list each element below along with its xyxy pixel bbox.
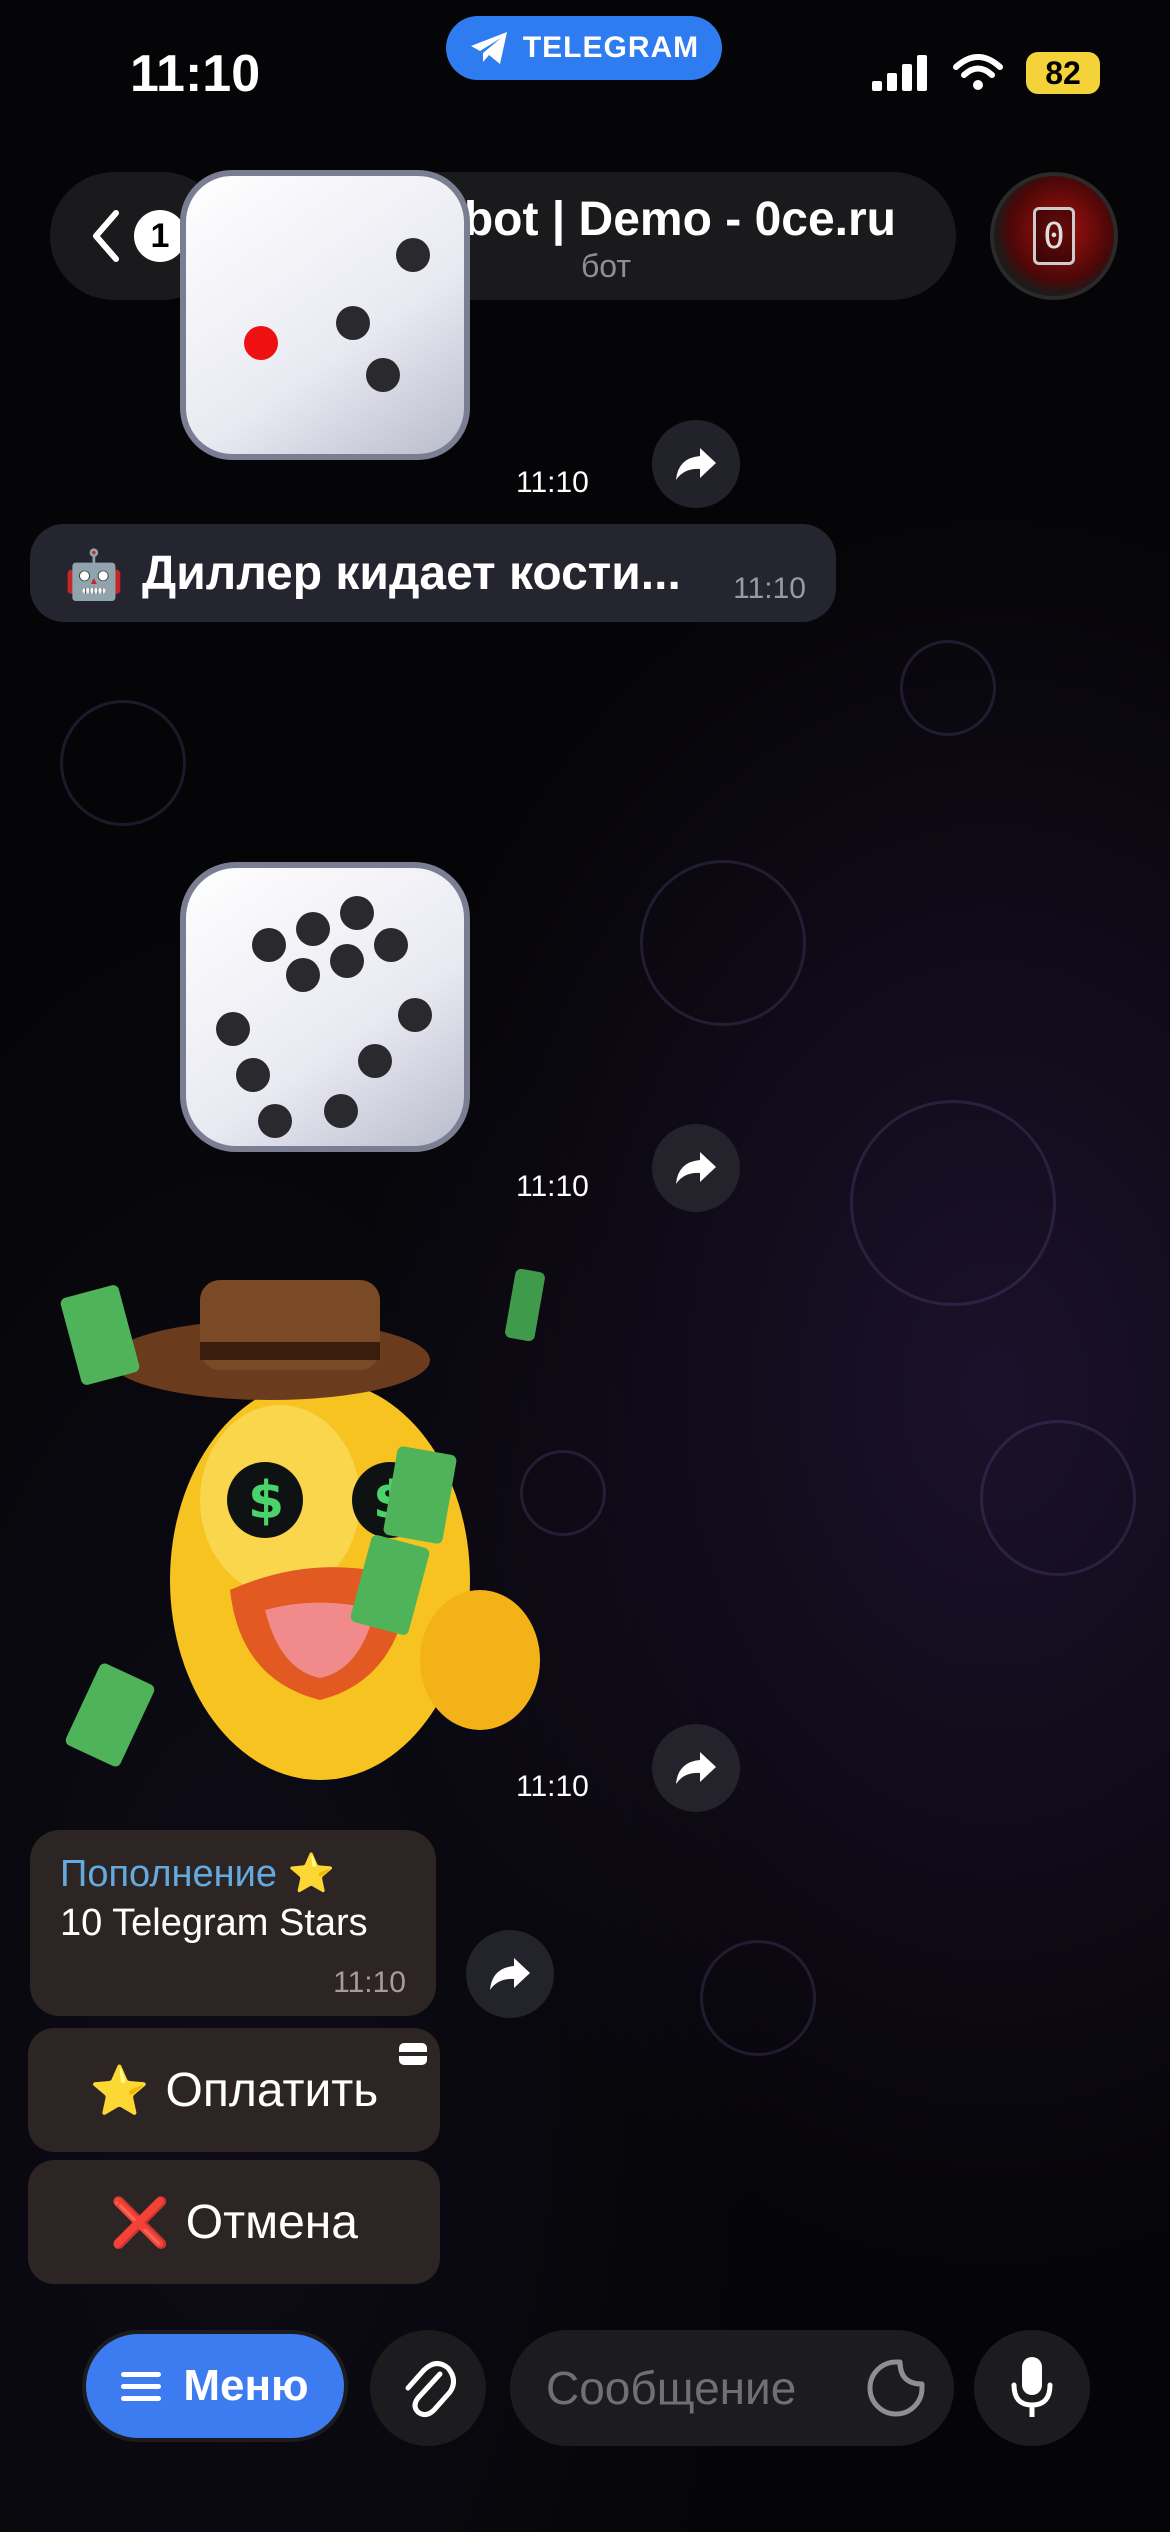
- rich-duck-sticker[interactable]: $ $: [60, 1260, 600, 1800]
- dice-pip: [366, 358, 400, 392]
- paperclip-icon: [405, 2361, 456, 2418]
- dice-pip: [296, 912, 330, 946]
- dice-sticker[interactable]: [180, 862, 470, 1152]
- status-time: 11:10: [130, 45, 261, 103]
- cellular-signal-icon: [872, 55, 927, 91]
- menu-button-label: Меню: [183, 2361, 309, 2410]
- forward-arrow-icon: [490, 1958, 530, 1990]
- dice-pip: [258, 1104, 292, 1138]
- microphone-icon: [1011, 2357, 1053, 2417]
- message-time: 11:10: [733, 572, 806, 605]
- robot-icon: 🤖: [64, 549, 124, 602]
- battery-indicator: 82: [1026, 52, 1100, 94]
- microphone-button[interactable]: [974, 2330, 1090, 2446]
- forward-arrow-icon: [676, 1752, 716, 1784]
- dice-pip: [374, 928, 408, 962]
- telegram-return-pill[interactable]: TELEGRAM: [446, 16, 722, 80]
- cancel-button-label: Отмена: [185, 2195, 358, 2249]
- wallpaper-doodle: [980, 1420, 1136, 1576]
- forward-arrow-icon: [676, 448, 716, 480]
- dealer-message-bubble[interactable]: 🤖 Диллер кидает кости... 11:10: [30, 524, 836, 622]
- wallpaper-doodle: [60, 700, 186, 826]
- dice-sticker[interactable]: [180, 170, 470, 460]
- bot-menu-button[interactable]: Меню: [86, 2334, 344, 2438]
- message-time: 11:10: [516, 1770, 589, 1803]
- forward-button[interactable]: [466, 1930, 554, 2018]
- wallpaper-doodle: [900, 640, 996, 736]
- invoice-title: Пополнение ⭐️: [60, 1853, 335, 1895]
- wifi-icon: [953, 54, 1003, 90]
- cancel-button[interactable]: ❌ Отмена: [28, 2160, 440, 2284]
- avatar-slot-digit: 0: [1033, 207, 1075, 265]
- invoice-description: 10 Telegram Stars: [60, 1902, 368, 1944]
- dice-pip: [236, 1058, 270, 1092]
- svg-text:$: $: [248, 1471, 284, 1531]
- message-time: 11:10: [516, 466, 589, 499]
- message-time: 11:10: [333, 1966, 406, 1999]
- chevron-left-icon: [93, 210, 119, 262]
- bot-avatar[interactable]: 0: [990, 172, 1118, 300]
- sticker-picker-icon[interactable]: [866, 2358, 926, 2418]
- dice-pip: [252, 928, 286, 962]
- payment-card-icon: [399, 2043, 427, 2065]
- telegram-plane-icon: [470, 32, 507, 64]
- dice-pip: [336, 306, 370, 340]
- message-time: 11:10: [516, 1170, 589, 1203]
- cross-mark-icon: ❌: [110, 2196, 170, 2250]
- dice-pip: [340, 896, 374, 930]
- forward-button[interactable]: [652, 1124, 740, 1212]
- dice-pip: [324, 1094, 358, 1128]
- attach-button[interactable]: [370, 2330, 486, 2446]
- menu-lines-icon: [121, 2372, 162, 2401]
- invoice-bubble[interactable]: Пополнение ⭐️ 10 Telegram Stars 11:10: [30, 1830, 436, 2016]
- dice-pip: [330, 944, 364, 978]
- status-indicators: 82: [870, 52, 1100, 94]
- wallpaper-doodle: [850, 1100, 1056, 1306]
- dice-pip: [396, 238, 430, 272]
- forward-arrow-icon: [676, 1152, 716, 1184]
- unread-count-badge: 1: [134, 210, 186, 262]
- wallpaper-doodle: [700, 1940, 816, 2056]
- dice-pip: [216, 1012, 250, 1046]
- dice-pip: [286, 958, 320, 992]
- dice-pip: [244, 326, 278, 360]
- dice-pip: [358, 1044, 392, 1078]
- forward-button[interactable]: [652, 1724, 740, 1812]
- pay-button-label: Оплатить: [165, 2063, 379, 2117]
- pay-button[interactable]: ⭐️ Оплатить: [28, 2028, 440, 2152]
- dice-pip: [398, 998, 432, 1032]
- telegram-label: TELEGRAM: [522, 31, 700, 64]
- wallpaper-doodle: [640, 860, 806, 1026]
- forward-button[interactable]: [652, 420, 740, 508]
- star-icon: ⭐️: [89, 2064, 150, 2118]
- dealer-message-text: Диллер кидает кости...: [142, 546, 681, 600]
